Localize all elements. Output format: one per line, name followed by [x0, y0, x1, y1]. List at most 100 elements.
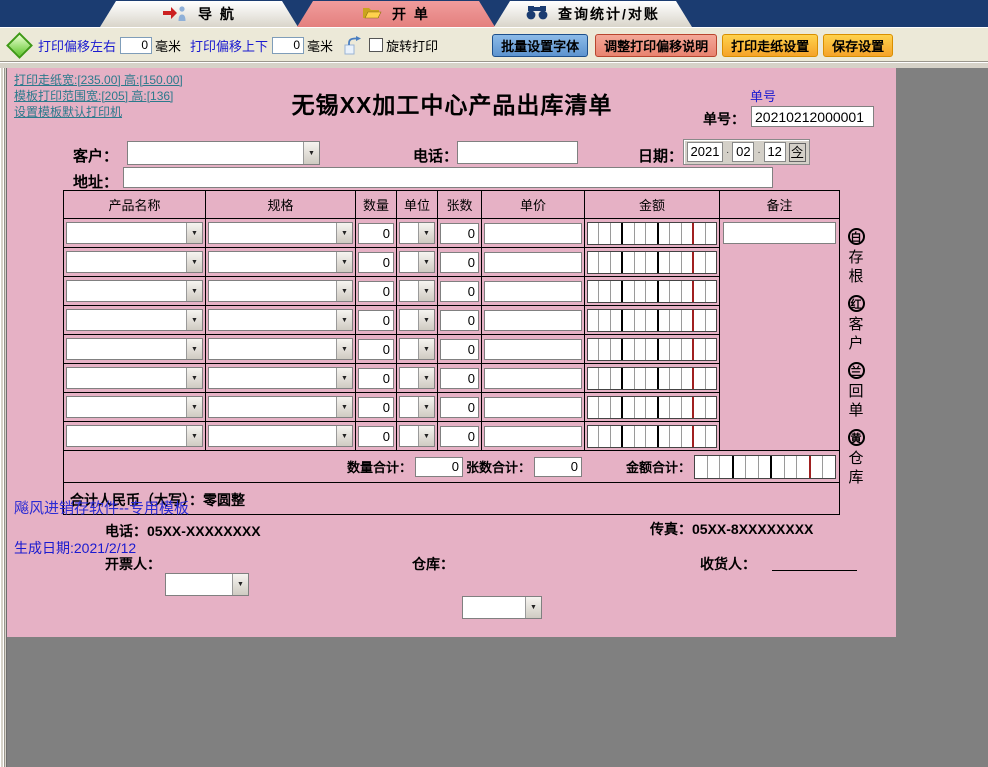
- spec-combo[interactable]: ▼: [208, 222, 353, 244]
- sheets-input[interactable]: [440, 310, 479, 331]
- dropdown-arrow-icon[interactable]: ▼: [186, 339, 202, 359]
- remark-input[interactable]: [723, 222, 836, 244]
- date-year-segment[interactable]: 2021: [687, 142, 723, 162]
- paper-feed-settings-button[interactable]: 打印走纸设置: [722, 34, 818, 57]
- unit-combo[interactable]: ▼: [399, 367, 435, 389]
- unit-price-input[interactable]: [484, 339, 582, 360]
- tab-billing[interactable]: 开 单: [297, 1, 495, 27]
- spec-combo[interactable]: ▼: [208, 396, 353, 418]
- dropdown-arrow-icon[interactable]: ▼: [336, 310, 352, 330]
- order-no-link[interactable]: 单号: [750, 86, 776, 105]
- issuer-combo[interactable]: ▼: [165, 573, 249, 596]
- dropdown-arrow-icon[interactable]: ▼: [186, 310, 202, 330]
- unit-price-input[interactable]: [484, 368, 582, 389]
- dropdown-arrow-icon[interactable]: ▼: [336, 368, 352, 388]
- offset-lr-input[interactable]: [120, 37, 152, 54]
- dropdown-arrow-icon[interactable]: ▼: [336, 252, 352, 272]
- tab-query-stats[interactable]: 查询统计/对账: [494, 1, 692, 27]
- sheets-input[interactable]: [440, 252, 479, 273]
- dropdown-arrow-icon[interactable]: ▼: [418, 426, 434, 446]
- product-name-combo[interactable]: ▼: [66, 396, 203, 418]
- date-picker[interactable]: 2021 · 02 · 12 今: [683, 139, 810, 165]
- sheets-input[interactable]: [440, 368, 479, 389]
- unit-combo[interactable]: ▼: [399, 338, 435, 360]
- default-printer-link[interactable]: 设置模板默认打印机: [14, 103, 122, 120]
- unit-combo[interactable]: ▼: [399, 251, 435, 273]
- sheets-input[interactable]: [440, 339, 479, 360]
- customer-combo[interactable]: ▼: [127, 141, 320, 165]
- dropdown-arrow-icon[interactable]: ▼: [336, 223, 352, 243]
- dropdown-arrow-icon[interactable]: ▼: [418, 368, 434, 388]
- spec-combo[interactable]: ▼: [208, 309, 353, 331]
- tab-navigation[interactable]: 导 航: [100, 1, 298, 27]
- unit-combo[interactable]: ▼: [399, 280, 435, 302]
- product-name-combo[interactable]: ▼: [66, 222, 203, 244]
- unit-combo[interactable]: ▼: [399, 396, 435, 418]
- quantity-input[interactable]: [358, 368, 394, 389]
- dropdown-arrow-icon[interactable]: ▼: [336, 339, 352, 359]
- spec-combo[interactable]: ▼: [208, 251, 353, 273]
- dropdown-arrow-icon[interactable]: ▼: [186, 281, 202, 301]
- vertical-splitter[interactable]: [0, 68, 7, 767]
- dropdown-arrow-icon[interactable]: ▼: [232, 574, 248, 595]
- dropdown-arrow-icon[interactable]: ▼: [418, 223, 434, 243]
- batch-font-button[interactable]: 批量设置字体: [492, 34, 588, 57]
- product-name-combo[interactable]: ▼: [66, 309, 203, 331]
- dropdown-arrow-icon[interactable]: ▼: [418, 252, 434, 272]
- unit-price-input[interactable]: [484, 310, 582, 331]
- quantity-input[interactable]: [358, 339, 394, 360]
- spec-combo[interactable]: ▼: [208, 367, 353, 389]
- dropdown-arrow-icon[interactable]: ▼: [418, 339, 434, 359]
- dropdown-arrow-icon[interactable]: ▼: [525, 597, 541, 618]
- quantity-input[interactable]: [358, 223, 394, 244]
- dropdown-arrow-icon[interactable]: ▼: [186, 397, 202, 417]
- sheets-input[interactable]: [440, 281, 479, 302]
- unit-combo[interactable]: ▼: [399, 425, 435, 447]
- address-input[interactable]: [123, 167, 773, 188]
- dropdown-arrow-icon[interactable]: ▼: [418, 281, 434, 301]
- quantity-input[interactable]: [358, 310, 394, 331]
- unit-combo[interactable]: ▼: [399, 309, 435, 331]
- dropdown-arrow-icon[interactable]: ▼: [186, 252, 202, 272]
- qty-total-input[interactable]: [415, 457, 463, 477]
- product-name-combo[interactable]: ▼: [66, 367, 203, 389]
- unit-price-input[interactable]: [484, 397, 582, 418]
- date-month-segment[interactable]: 02: [732, 142, 754, 162]
- dropdown-arrow-icon[interactable]: ▼: [336, 281, 352, 301]
- sheets-input[interactable]: [440, 223, 479, 244]
- quantity-input[interactable]: [358, 252, 394, 273]
- quantity-input[interactable]: [358, 397, 394, 418]
- warehouse-combo[interactable]: ▼: [462, 596, 542, 619]
- spec-combo[interactable]: ▼: [208, 280, 353, 302]
- dropdown-arrow-icon[interactable]: ▼: [336, 397, 352, 417]
- dropdown-arrow-icon[interactable]: ▼: [186, 368, 202, 388]
- date-today-button[interactable]: 今: [789, 143, 806, 162]
- dropdown-arrow-icon[interactable]: ▼: [303, 142, 319, 164]
- quantity-input[interactable]: [358, 426, 394, 447]
- dropdown-arrow-icon[interactable]: ▼: [186, 426, 202, 446]
- unit-price-input[interactable]: [484, 281, 582, 302]
- rotate-print-checkbox[interactable]: [369, 38, 383, 52]
- dropdown-arrow-icon[interactable]: ▼: [418, 310, 434, 330]
- date-day-segment[interactable]: 12: [764, 142, 786, 162]
- product-name-combo[interactable]: ▼: [66, 425, 203, 447]
- unit-price-input[interactable]: [484, 426, 582, 447]
- offset-ud-input[interactable]: [272, 37, 304, 54]
- order-no-input[interactable]: [751, 106, 874, 127]
- product-name-combo[interactable]: ▼: [66, 251, 203, 273]
- template-range-link[interactable]: 模板打印范围宽:[205] 高:[136]: [14, 87, 173, 104]
- dropdown-arrow-icon[interactable]: ▼: [186, 223, 202, 243]
- dropdown-arrow-icon[interactable]: ▼: [418, 397, 434, 417]
- sheets-total-input[interactable]: [534, 457, 582, 477]
- unit-price-input[interactable]: [484, 252, 582, 273]
- sheets-input[interactable]: [440, 426, 479, 447]
- sheets-input[interactable]: [440, 397, 479, 418]
- paper-size-link[interactable]: 打印走纸宽:[235.00] 高:[150.00]: [14, 71, 183, 88]
- quantity-input[interactable]: [358, 281, 394, 302]
- product-name-combo[interactable]: ▼: [66, 338, 203, 360]
- dropdown-arrow-icon[interactable]: ▼: [336, 426, 352, 446]
- product-name-combo[interactable]: ▼: [66, 280, 203, 302]
- spec-combo[interactable]: ▼: [208, 425, 353, 447]
- adjust-offset-help-button[interactable]: 调整打印偏移说明: [595, 34, 717, 57]
- spec-combo[interactable]: ▼: [208, 338, 353, 360]
